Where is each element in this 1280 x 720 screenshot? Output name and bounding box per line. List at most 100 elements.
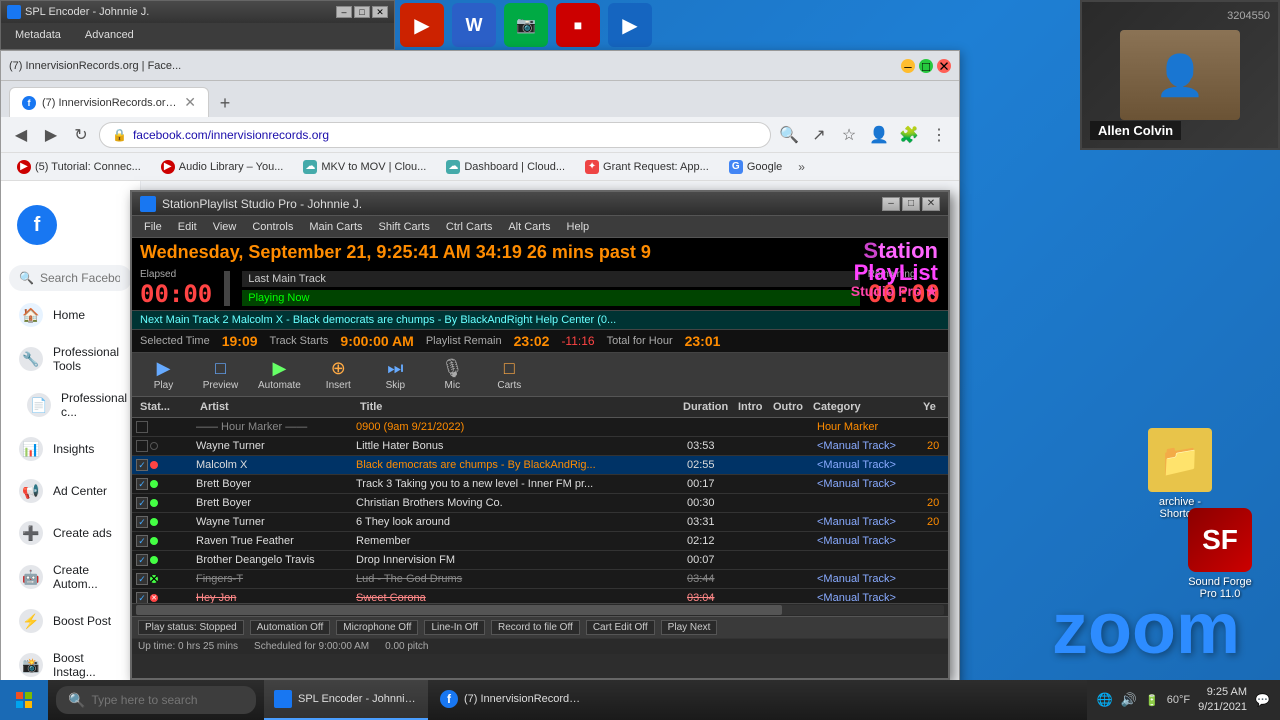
spl-status-microphone[interactable]: Microphone Off: [336, 620, 418, 635]
spl-insert-button[interactable]: ⊕ Insert: [311, 356, 366, 393]
browser-reload-button[interactable]: ↻: [69, 123, 93, 147]
fb-nav-professional-c[interactable]: 📄 Professional c...: [7, 383, 134, 427]
spl-menu-file[interactable]: File: [136, 219, 170, 235]
bookmark-5[interactable]: ✦ Grant Request: App...: [577, 158, 717, 176]
start-button[interactable]: [0, 680, 48, 720]
spl-playlist[interactable]: —— Hour Marker —— 0900 (9am 9/21/2022) H…: [132, 418, 948, 603]
spl-encoder-tab-advanced[interactable]: Advanced: [79, 27, 140, 43]
spl-menu-controls[interactable]: Controls: [244, 219, 301, 235]
table-row[interactable]: ✓ Wayne Turner 6 They look around 03:31 …: [132, 513, 948, 532]
spl-maximize-button[interactable]: □: [902, 197, 920, 211]
spl-checkbox-4[interactable]: ✓: [136, 497, 148, 509]
spl-automate-button[interactable]: ▶ Automate: [250, 356, 309, 393]
notification-icon[interactable]: 💬: [1255, 693, 1270, 707]
spl-minimize-button[interactable]: –: [882, 197, 900, 211]
taskbar-app-spl[interactable]: SPL Encoder - Johnnie J.: [264, 680, 428, 720]
spl-menu-main-carts[interactable]: Main Carts: [301, 219, 370, 235]
browser-tab-active[interactable]: f (7) InnervisionRecords.org | Face... ✕: [9, 87, 209, 117]
spl-status-linein[interactable]: Line-In Off: [424, 620, 485, 635]
screencast-icon[interactable]: ■: [556, 3, 600, 47]
zoom-button[interactable]: 🔍: [777, 123, 801, 147]
snagit-icon[interactable]: 📷: [504, 3, 548, 47]
spl-status-cart-edit[interactable]: Cart Edit Off: [586, 620, 655, 635]
fb-nav-create-ads[interactable]: ➕ Create ads: [7, 513, 134, 553]
spl-checkbox-7[interactable]: ✓: [136, 554, 148, 566]
spl-checkbox-3[interactable]: ✓: [136, 478, 148, 490]
fb-nav-professional-tools[interactable]: 🔧 Professional Tools: [7, 337, 134, 381]
browser-menu-button[interactable]: ⋮: [927, 123, 951, 147]
spl-menu-shift-carts[interactable]: Shift Carts: [371, 219, 438, 235]
spl-menu-view[interactable]: View: [205, 219, 245, 235]
spl-encoder-maximize[interactable]: □: [354, 6, 370, 18]
profile-button[interactable]: 👤: [867, 123, 891, 147]
spl-close-button[interactable]: ✕: [922, 197, 940, 211]
bookmark-2[interactable]: ▶ Audio Library – You...: [153, 158, 292, 176]
taskbar-clock[interactable]: 9:25 AM 9/21/2021: [1198, 685, 1247, 716]
fb-nav-insights[interactable]: 📊 Insights: [7, 429, 134, 469]
extensions-button[interactable]: 🧩: [897, 123, 921, 147]
spl-menu-help[interactable]: Help: [559, 219, 598, 235]
media-player-icon[interactable]: ▶: [400, 3, 444, 47]
spl-status-play-next[interactable]: Play Next: [661, 620, 718, 635]
table-row[interactable]: ✓ ✕ Hey Jon Sweet Corona 03:04 <Manual T…: [132, 589, 948, 603]
spl-status-play[interactable]: Play status: Stopped: [138, 620, 244, 635]
word-icon[interactable]: W: [452, 3, 496, 47]
taskbar-search-input[interactable]: [91, 693, 221, 707]
taskbar-search[interactable]: 🔍: [56, 686, 256, 714]
table-row[interactable]: ✓ Brett Boyer Track 3 Taking you to a ne…: [132, 475, 948, 494]
bookmark-button[interactable]: ☆: [837, 123, 861, 147]
table-row[interactable]: ✓ ✕ Fingers-T Lud - The God Drums 03:44 …: [132, 570, 948, 589]
spl-encoder-tab-metadata[interactable]: Metadata: [9, 27, 67, 43]
bookmark-4[interactable]: ☁ Dashboard | Cloud...: [438, 158, 573, 176]
table-row[interactable]: ✓ Brother Deangelo Travis Drop Innervisi…: [132, 551, 948, 570]
spl-scrollbar-area[interactable]: [132, 603, 948, 616]
spl-checkbox-8[interactable]: ✓: [136, 573, 148, 585]
spl-menu-edit[interactable]: Edit: [170, 219, 205, 235]
spl-carts-button[interactable]: □ Carts: [482, 356, 537, 393]
spl-encoder-close[interactable]: ✕: [372, 6, 388, 18]
browser-minimize-button[interactable]: –: [901, 59, 915, 73]
sound-forge-icon[interactable]: SF Sound Forge Pro 11.0: [1180, 508, 1260, 600]
archive-shortcut-icon[interactable]: 📁 archive - Shortcut: [1140, 428, 1220, 520]
new-tab-button[interactable]: +: [211, 89, 239, 117]
bookmark-3[interactable]: ☁ MKV to MOV | Clou...: [295, 158, 434, 176]
browser-url-bar[interactable]: 🔒 facebook.com/innervisionrecords.org: [99, 122, 771, 148]
share-button[interactable]: ↗: [807, 123, 831, 147]
spl-checkbox-9[interactable]: ✓: [136, 592, 148, 603]
table-row[interactable]: ✓ Malcolm X Black democrats are chumps -…: [132, 456, 948, 475]
bookmark-6[interactable]: G Google: [721, 158, 790, 176]
spl-encoder-minimize[interactable]: –: [336, 6, 352, 18]
spl-menu-alt-carts[interactable]: Alt Carts: [500, 219, 558, 235]
spl-checkbox-5[interactable]: ✓: [136, 516, 148, 528]
browser-close-button[interactable]: ✕: [937, 59, 951, 73]
fb-nav-ad-center[interactable]: 📢 Ad Center: [7, 471, 134, 511]
network-icon[interactable]: 🌐: [1097, 692, 1113, 708]
fb-nav-create-autom[interactable]: 🤖 Create Autom...: [7, 555, 134, 599]
spl-checkbox-1[interactable]: [136, 440, 148, 452]
fb-search-input[interactable]: [40, 271, 120, 285]
spl-checkbox-2[interactable]: ✓: [136, 459, 148, 471]
more-bookmarks-button[interactable]: »: [794, 158, 809, 176]
bookmark-1[interactable]: ▶ (5) Tutorial: Connec...: [9, 158, 149, 176]
table-row[interactable]: Wayne Turner Little Hater Bonus 03:53 <M…: [132, 437, 948, 456]
spl-menu-ctrl-carts[interactable]: Ctrl Carts: [438, 219, 500, 235]
taskbar-app-browser[interactable]: f (7) InnervisionRecords.org | Face...: [430, 680, 594, 720]
table-row[interactable]: —— Hour Marker —— 0900 (9am 9/21/2022) H…: [132, 418, 948, 437]
fb-nav-boost-post[interactable]: ⚡ Boost Post: [7, 601, 134, 641]
table-row[interactable]: ✓ Raven True Feather Remember 02:12 <Man…: [132, 532, 948, 551]
fb-nav-home[interactable]: 🏠 Home: [7, 295, 134, 335]
spl-mic-button[interactable]: 🎙 Mic: [425, 356, 480, 393]
battery-icon[interactable]: 🔋: [1145, 694, 1159, 707]
browser-maximize-button[interactable]: □: [919, 59, 933, 73]
spl-skip-button[interactable]: ⏭ Skip: [368, 356, 423, 393]
spl-status-automation[interactable]: Automation Off: [250, 620, 331, 635]
spl-preview-button[interactable]: □ Preview: [193, 356, 248, 393]
volume-icon[interactable]: 🔊: [1121, 692, 1137, 708]
table-row[interactable]: ✓ Brett Boyer Christian Brothers Moving …: [132, 494, 948, 513]
spl-play-button[interactable]: ▶ Play: [136, 356, 191, 393]
browser-forward-button[interactable]: ▶: [39, 123, 63, 147]
browser-back-button[interactable]: ◀: [9, 123, 33, 147]
fb-search-bar[interactable]: 🔍: [9, 265, 132, 291]
spl-checkbox-6[interactable]: ✓: [136, 535, 148, 547]
media-icon2[interactable]: ▶: [608, 3, 652, 47]
